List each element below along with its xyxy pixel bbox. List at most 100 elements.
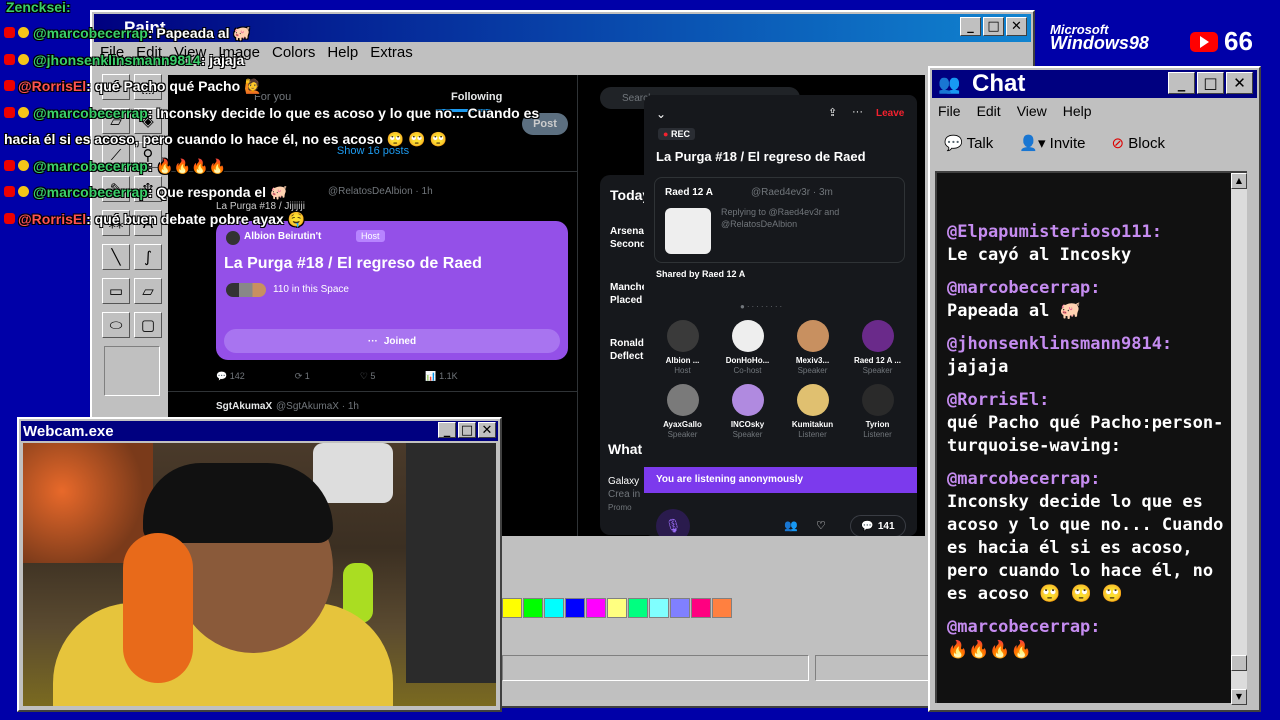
block-button[interactable]: ⊘ Block: [1112, 134, 1165, 152]
speaker-name: Mexiv3...: [795, 356, 830, 365]
palette-color[interactable]: [628, 598, 648, 618]
tweet2-handle[interactable]: @SgtAkumaX · 1h: [276, 401, 359, 412]
overlay-text: : jajaja: [200, 51, 245, 68]
scrollbar[interactable]: ▲ ▼: [1231, 173, 1247, 705]
people-icon[interactable]: 👥: [784, 519, 798, 532]
tweet-actions: 💬 142 ⟳ 1 ♡ 5 📊 1.1K: [216, 371, 458, 382]
scroll-down-button[interactable]: ▼: [1231, 689, 1247, 705]
curve-tool[interactable]: ∫: [134, 244, 162, 270]
pinned-tweet[interactable]: Raed 12 A @Raed4ev3r · 3m Replying to @R…: [654, 177, 905, 263]
minimize-button[interactable]: _: [1168, 72, 1195, 94]
chat-toolbar: 💬 Talk 👤▾ Invite ⊘ Block: [944, 134, 1165, 152]
speaker[interactable]: DonHoHo... Co-host: [715, 320, 780, 376]
invite-button[interactable]: 👤▾ Invite: [1019, 134, 1085, 152]
overlay-text: : qué Pacho qué Pacho 🙋: [86, 78, 262, 94]
space-host: Albion Beirutin't: [244, 231, 322, 242]
palette-color[interactable]: [649, 598, 669, 618]
close-button[interactable]: ✕: [1006, 17, 1027, 36]
line-tool[interactable]: ╲: [102, 244, 130, 270]
speaker-role: Listener: [863, 430, 892, 439]
maximize-button[interactable]: □: [983, 17, 1004, 36]
whats-heading: What: [608, 441, 643, 457]
windows98-logo: Microsoft Windows98: [1050, 22, 1149, 53]
joined-button[interactable]: ··· Joined: [224, 329, 560, 353]
speaker[interactable]: Kumitakun Listener: [780, 384, 845, 440]
chat-title: Chat: [972, 70, 1026, 97]
speaker[interactable]: Mexiv3... Speaker: [780, 320, 845, 376]
speaker[interactable]: Albion ... Host: [650, 320, 715, 376]
youtube-icon: [4, 106, 15, 118]
youtube-icon: [4, 27, 15, 38]
reaction-icon[interactable]: ♡: [816, 519, 826, 532]
chat-username: @RorrisEl:: [947, 390, 1050, 410]
palette-color[interactable]: [607, 598, 627, 618]
share-icon[interactable]: ⇪: [828, 106, 837, 119]
overlay-username: @marcobecerrap: [33, 184, 148, 200]
speaker-role: Speaker: [862, 366, 893, 375]
maximize-button[interactable]: □: [458, 422, 476, 438]
palette-color[interactable]: [670, 598, 690, 618]
menu-edit[interactable]: Edit: [977, 103, 1001, 119]
palette-color[interactable]: [712, 598, 732, 618]
avatar: [666, 320, 699, 352]
ellipse-tool[interactable]: ⬭: [102, 312, 130, 338]
webcam-title: Webcam.exe: [23, 422, 114, 440]
overlay-top-user: Zencksei:: [6, 0, 71, 15]
speaker-role: Speaker: [797, 366, 828, 375]
chat-username: @marcobecerrap:: [947, 617, 1101, 637]
avatar: [796, 320, 829, 352]
chat-message: Le cayó al Incosky: [947, 245, 1132, 265]
rectangle-tool[interactable]: ▭: [102, 278, 130, 304]
listener-avatars: [226, 283, 266, 297]
webcam-titlebar[interactable]: Webcam.exe: [21, 421, 498, 441]
youtube-icon: [4, 212, 15, 224]
palette-color[interactable]: [565, 598, 585, 618]
palette-color[interactable]: [502, 598, 522, 618]
youtube-icon: [1190, 31, 1218, 52]
menu-file[interactable]: File: [938, 103, 961, 119]
menu-help[interactable]: Help: [1063, 103, 1092, 119]
overlay-username: @jhonsenklinsmann9814: [33, 51, 201, 68]
palette-color[interactable]: [586, 598, 606, 618]
space-card[interactable]: Albion Beirutin't Host La Purga #18 / El…: [216, 221, 568, 360]
avatar: [861, 320, 894, 352]
palette-color[interactable]: [691, 598, 711, 618]
palette-color[interactable]: [544, 598, 564, 618]
scroll-thumb[interactable]: [1231, 655, 1247, 671]
minimize-button[interactable]: _: [960, 17, 981, 36]
more-icon[interactable]: ···: [852, 106, 863, 118]
collapse-icon[interactable]: ⌄: [656, 107, 666, 121]
retweet-count[interactable]: ⟳ 1: [295, 371, 310, 382]
reply-count[interactable]: 💬 142: [216, 371, 245, 382]
overlay-message: @marcobecerrap: Inconsky decide lo que e…: [0, 100, 560, 127]
comments-button[interactable]: 💬 141: [850, 515, 906, 536]
views-count[interactable]: 📊 1.1K: [425, 371, 457, 382]
overlay-message: @RorrisEl: qué buen debate pobre ayax 🤤: [0, 206, 560, 233]
tweet2-name[interactable]: SgtAkumaX: [216, 401, 272, 412]
like-count[interactable]: ♡ 5: [360, 371, 376, 382]
talk-button[interactable]: 💬 Talk: [944, 134, 993, 152]
polygon-tool[interactable]: ▱: [134, 278, 162, 304]
microphone-icon[interactable]: 🎙: [656, 509, 690, 536]
overlay-username: @RorrisEl: [18, 78, 87, 94]
speaker[interactable]: AyaxGallo Speaker: [650, 384, 715, 440]
speaker[interactable]: INCOsky Speaker: [715, 384, 780, 440]
rounded-rect-tool[interactable]: ▢: [134, 312, 162, 338]
speaker[interactable]: Tyrion Listener: [845, 384, 910, 440]
speaker-name: DonHoHo...: [725, 356, 770, 365]
anon-banner: You are listening anonymously: [644, 467, 917, 493]
space-title: La Purga #18 / El regreso de Raed: [224, 255, 482, 272]
close-button[interactable]: ✕: [1226, 72, 1253, 94]
menu-view[interactable]: View: [1017, 103, 1047, 119]
speaker-name: INCOsky: [730, 420, 765, 429]
speaker-grid: Albion ... Host DonHoHo... Co-host Mexiv3...…: [650, 320, 912, 440]
close-button[interactable]: ✕: [478, 422, 496, 438]
scroll-up-button[interactable]: ▲: [1231, 173, 1247, 189]
overlay-text: hacia él si es acoso, pero cuando lo hac…: [4, 131, 447, 147]
maximize-button[interactable]: □: [1197, 72, 1224, 94]
minimize-button[interactable]: _: [438, 422, 456, 438]
overlay-message: @marcobecerrap: Que responda el 🐖: [0, 179, 560, 206]
palette-color[interactable]: [523, 598, 543, 618]
speaker[interactable]: Raed 12 A ... Speaker: [845, 320, 910, 376]
leave-button[interactable]: Leave: [876, 108, 904, 119]
